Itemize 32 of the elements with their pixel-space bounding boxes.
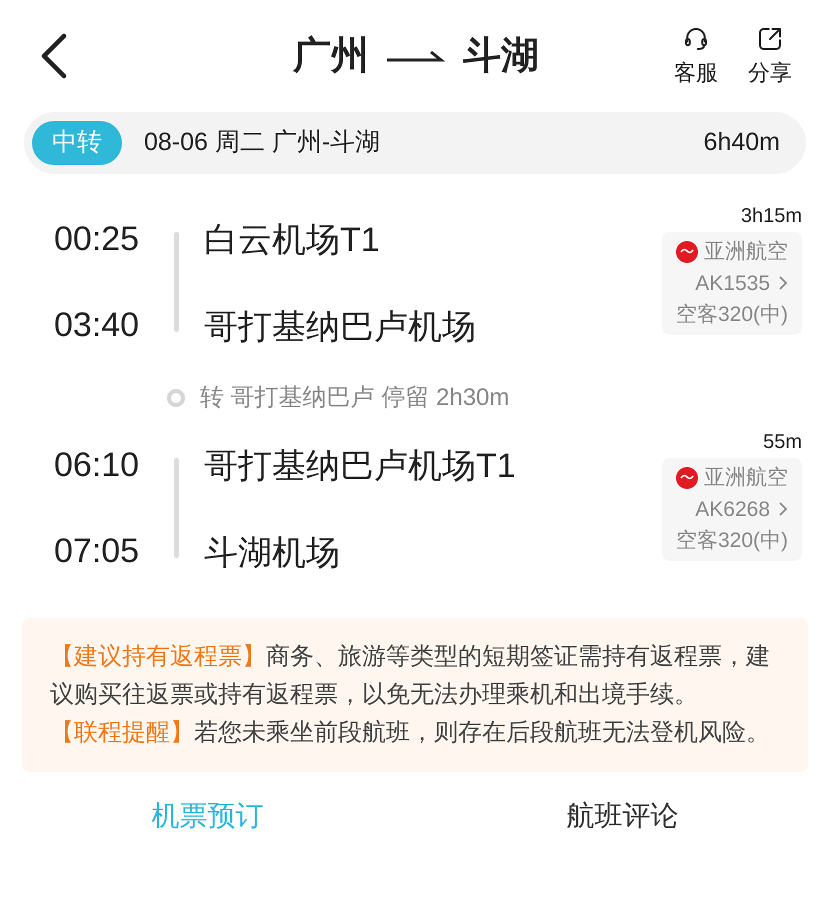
chevron-right-icon: [778, 501, 788, 518]
transfer-badge: 中转: [32, 121, 122, 165]
flight-number: AK6268: [695, 496, 770, 522]
aircraft-type: 空客320(中): [676, 302, 788, 328]
arrival-time: 07:05: [54, 534, 140, 568]
stop-circle-icon: [166, 388, 186, 408]
origin-city: 广州: [293, 34, 369, 78]
departure-time: 06:10: [54, 448, 140, 482]
notice-text: 【建议持有返程票】商务、旅游等类型的短期签证需持有返程票，建议购买往返票或持有返程票，以免无法办理乘机和出境手续。: [50, 642, 771, 710]
layover-info: 转 哥打基纳巴卢 停留 2h30m: [200, 383, 510, 413]
departure-airport: 白云机场T1: [204, 222, 381, 260]
destination-city: 斗湖: [463, 34, 539, 78]
bottom-tab[interactable]: 航班评论: [415, 802, 830, 830]
aircraft-type: 空客320(中): [676, 528, 788, 554]
header-action-button[interactable]: 客服: [674, 24, 718, 88]
airline-logo-icon: [676, 466, 698, 489]
flight-duration: 55m: [763, 432, 802, 452]
departure-time: 00:25: [54, 222, 140, 256]
departure-airport: 哥打基纳巴卢机场T1: [204, 448, 517, 486]
total-duration: 6h40m: [704, 127, 780, 158]
header-action-button[interactable]: 分享: [748, 24, 792, 88]
chevron-right-icon: [778, 275, 788, 292]
notice-text: 【联程提醒】若您未乘坐前段航班，则存在后段航班无法登机风险。: [50, 718, 771, 748]
airline-name: 亚洲航空: [704, 239, 788, 265]
flight-number: AK1535: [695, 270, 770, 296]
airline-logo-icon: [676, 240, 698, 263]
arrival-time: 03:40: [54, 308, 140, 342]
flight-duration: 3h15m: [740, 206, 802, 226]
airline-name: 亚洲航空: [704, 465, 788, 491]
arrival-airport: 斗湖机场: [204, 534, 341, 572]
trip-date-route: 08-06 周二 广州-斗湖: [144, 127, 382, 158]
arrival-airport: 哥打基纳巴卢机场: [204, 308, 477, 346]
